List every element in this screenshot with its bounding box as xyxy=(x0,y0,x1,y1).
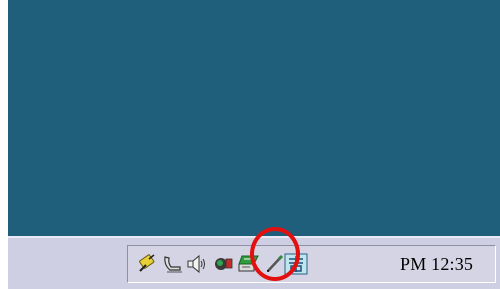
screen: PM 12:35 xyxy=(0,0,500,289)
network-globe-icon[interactable] xyxy=(212,253,234,275)
system-clock[interactable]: PM 12:35 xyxy=(400,254,473,275)
usb-plug-icon[interactable] xyxy=(136,253,158,275)
desktop-background[interactable] xyxy=(8,0,500,236)
highlight-circle xyxy=(250,227,300,281)
system-tray: PM 12:35 xyxy=(127,245,496,283)
telephone-modem-icon[interactable] xyxy=(162,253,184,275)
speaker-volume-icon[interactable] xyxy=(186,253,208,275)
